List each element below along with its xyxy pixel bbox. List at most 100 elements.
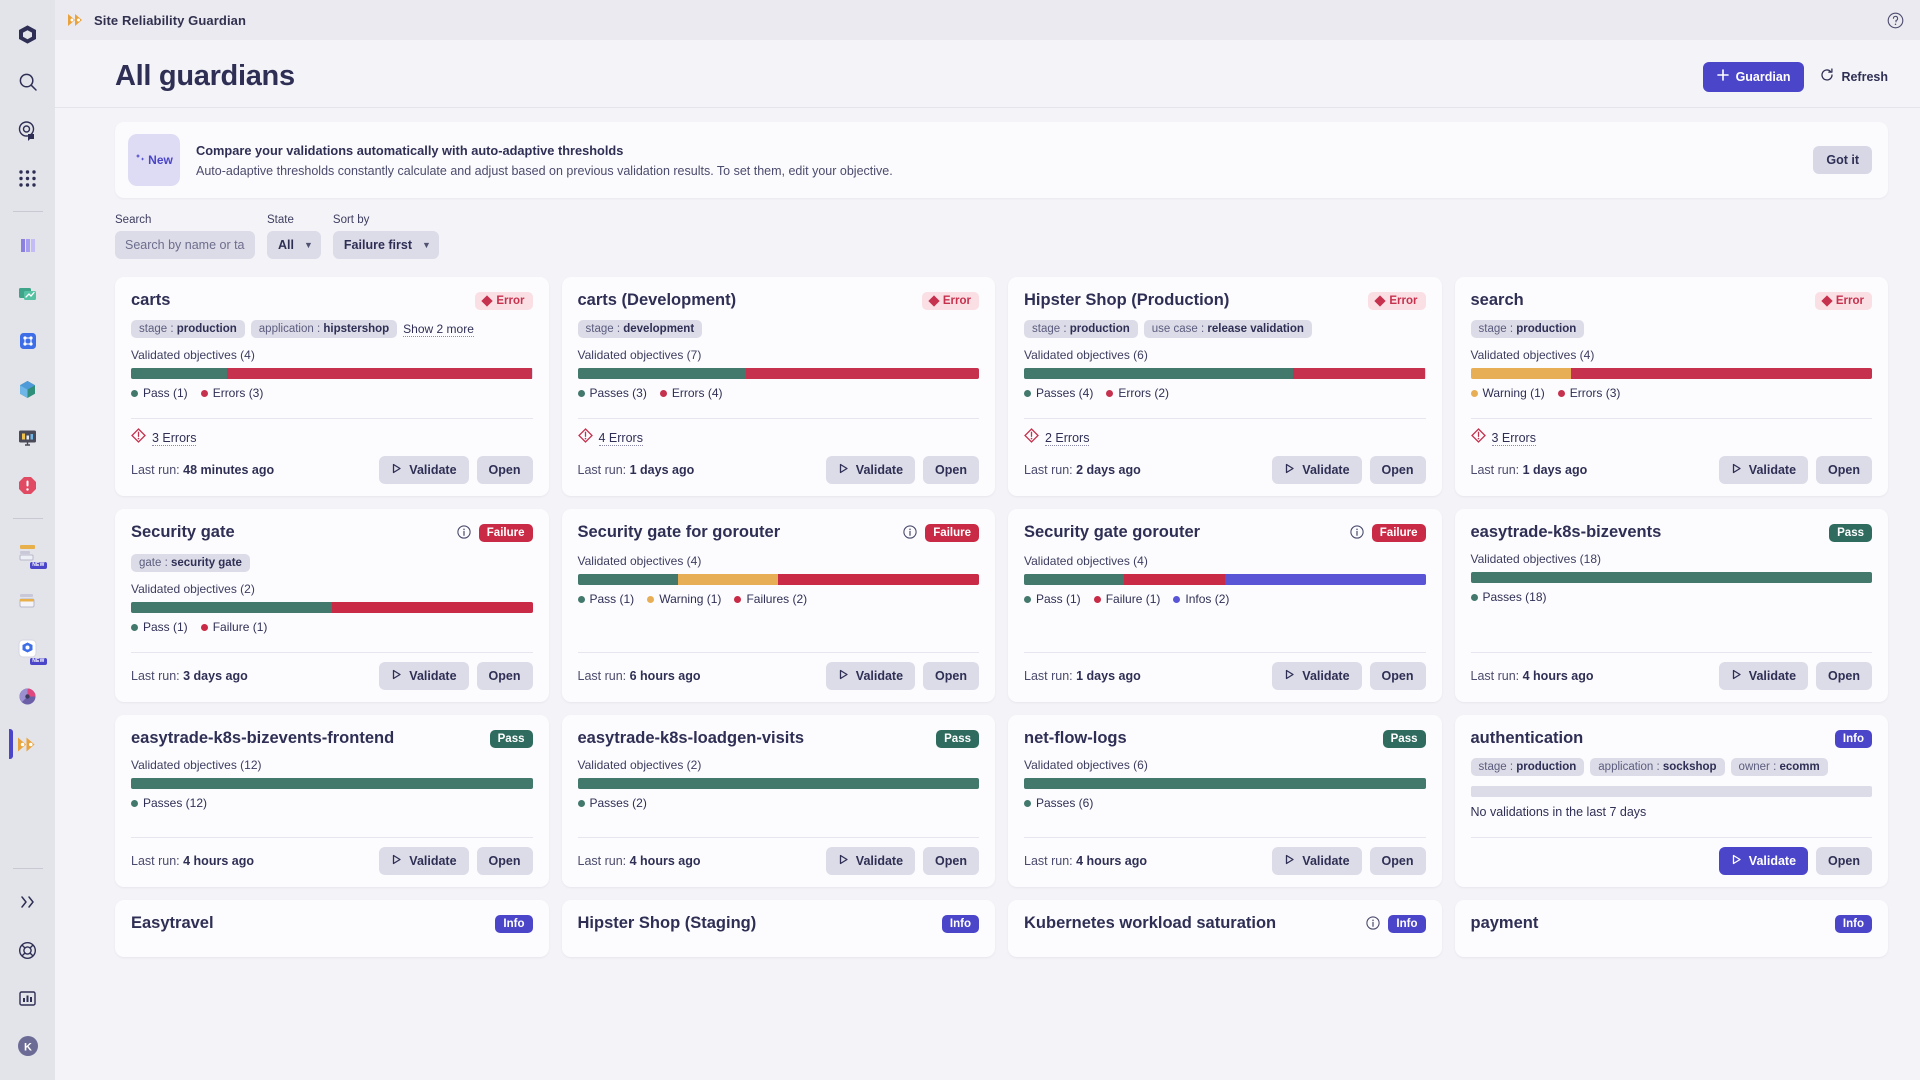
account-usage-icon[interactable] (9, 979, 47, 1017)
infrastructure-observability-icon[interactable] (9, 418, 47, 456)
open-button[interactable]: Open (476, 847, 533, 875)
dashboards-icon[interactable] (9, 274, 47, 312)
refresh-label: Refresh (1841, 69, 1888, 84)
expand-chevrons-icon[interactable] (9, 883, 47, 921)
sort-select[interactable]: Failure first ▼ (332, 231, 439, 259)
validate-button[interactable]: Validate (1718, 847, 1809, 875)
search-input[interactable] (115, 231, 255, 259)
open-button[interactable]: Open (1816, 847, 1872, 875)
refresh-button[interactable]: Refresh (1820, 62, 1888, 92)
apps-grid-icon[interactable] (9, 159, 47, 197)
legend-item: Errors (2) (1106, 386, 1169, 400)
errors-link[interactable]: 2 Errors (1045, 431, 1090, 446)
guardian-card: Hipster Shop (Production) Error stage : pr… (1008, 277, 1442, 496)
validate-label: Validate (1302, 463, 1350, 477)
add-guardian-button[interactable]: Guardian (1702, 61, 1805, 92)
errors-link[interactable]: 3 Errors (152, 431, 197, 446)
info-circle-icon[interactable] (457, 525, 471, 544)
card-spacer (1024, 810, 1426, 827)
open-button[interactable]: Open (1816, 662, 1872, 690)
card-header: Security gate gorouter Failure (1024, 523, 1426, 544)
info-circle-icon[interactable] (903, 525, 917, 544)
errors-link[interactable]: 4 Errors (598, 431, 643, 446)
validate-button[interactable]: Validate (379, 662, 469, 690)
site-reliability-guardian-icon[interactable] (8, 725, 47, 763)
validate-label: Validate (1302, 669, 1350, 683)
validate-button[interactable]: Validate (1272, 662, 1362, 690)
distributed-tracing-icon[interactable] (9, 370, 47, 408)
legend-label: Warning (1) (659, 592, 722, 606)
legend-dot (659, 389, 667, 397)
card-header: easytrade-k8s-bizevents Pass (1471, 523, 1872, 542)
bar-segment (1024, 368, 1293, 379)
validated-objectives-label: Validated objectives (2) (577, 758, 702, 772)
problems-icon[interactable] (9, 466, 47, 504)
card-header: search Error (1471, 291, 1872, 310)
validate-button[interactable]: Validate (1272, 456, 1362, 484)
sort-value: Failure first (343, 238, 412, 252)
open-button[interactable]: Open (923, 847, 979, 875)
main-column: Site Reliability Guardian All guardians … (55, 0, 1920, 1080)
validate-label: Validate (409, 854, 457, 868)
validate-button[interactable]: Validate (1718, 456, 1809, 484)
card-divider (577, 418, 979, 419)
info-circle-icon[interactable] (1350, 525, 1364, 544)
legend-dot (647, 595, 655, 603)
card-spacer (1471, 604, 1873, 642)
show-more-tags-link[interactable]: Show 2 more (403, 322, 474, 337)
card-title: Easytravel (131, 914, 214, 932)
state-select[interactable]: All ▼ (267, 231, 321, 259)
davis-copilot-icon[interactable] (9, 111, 47, 149)
card-title: Hipster Shop (Production) (1024, 291, 1230, 309)
info-circle-icon[interactable] (1366, 916, 1381, 935)
cube-logo-icon[interactable] (9, 15, 47, 53)
open-button[interactable]: Open (1369, 456, 1426, 484)
validate-button[interactable]: Validate (1272, 847, 1362, 875)
validate-button[interactable]: Validate (825, 456, 916, 484)
status-label: Info (949, 918, 971, 930)
validate-button[interactable]: Validate (1718, 662, 1809, 690)
last-run-text: Last run: 6 hours ago (577, 669, 701, 683)
errors-link[interactable]: 3 Errors (1491, 431, 1536, 446)
legend-dot (131, 799, 138, 807)
open-button[interactable]: Open (476, 662, 533, 690)
workflows-icon[interactable]: NEW (9, 533, 47, 571)
search-icon[interactable] (9, 63, 47, 101)
open-button[interactable]: Open (476, 456, 533, 484)
card-footer: Last run: 2 days ago Validate Open (1024, 456, 1426, 484)
tag-chip: stage : development (577, 320, 703, 338)
bar-segment (227, 368, 533, 379)
tag-separator: : (1506, 761, 1517, 773)
validate-button[interactable]: Validate (825, 847, 916, 875)
lifebuoy-icon[interactable] (9, 931, 47, 969)
open-button[interactable]: Open (1816, 456, 1872, 484)
got-it-button[interactable]: Got it (1813, 146, 1872, 174)
open-button[interactable]: Open (923, 456, 979, 484)
error-diamond-icon (1374, 295, 1387, 307)
open-button[interactable]: Open (1369, 847, 1426, 875)
validate-button[interactable]: Validate (379, 847, 469, 875)
errors-link-row: 2 Errors (1024, 428, 1426, 448)
guardian-card: easytrade-k8s-bizevents Pass Validated obj… (1454, 509, 1888, 702)
bar-segment (577, 778, 979, 789)
open-button[interactable]: Open (1369, 662, 1426, 690)
help-circle-icon[interactable] (1887, 12, 1904, 29)
validate-button[interactable]: Validate (825, 662, 916, 690)
card-title: Security gate for gorouter (577, 523, 781, 541)
tag-value: release validation (1207, 323, 1304, 335)
legend-label: Warning (1) (1482, 386, 1545, 400)
status-badge: Info (1834, 730, 1872, 748)
legend-label: Infos (2) (1185, 592, 1230, 606)
user-avatar-icon[interactable]: K (9, 1027, 47, 1065)
kubernetes-app-icon[interactable] (9, 322, 47, 360)
slo-icon[interactable] (9, 677, 47, 715)
bar-segment (131, 778, 533, 789)
validate-button[interactable]: Validate (379, 456, 469, 484)
legend-label: Passes (2) (589, 796, 647, 810)
bar-segment (1124, 574, 1225, 585)
notebooks-icon[interactable] (9, 226, 47, 264)
kubernetes-icon[interactable]: NEW (9, 629, 47, 667)
segments-icon[interactable] (9, 581, 47, 619)
status-label: Error (1389, 295, 1418, 307)
open-button[interactable]: Open (923, 662, 979, 690)
